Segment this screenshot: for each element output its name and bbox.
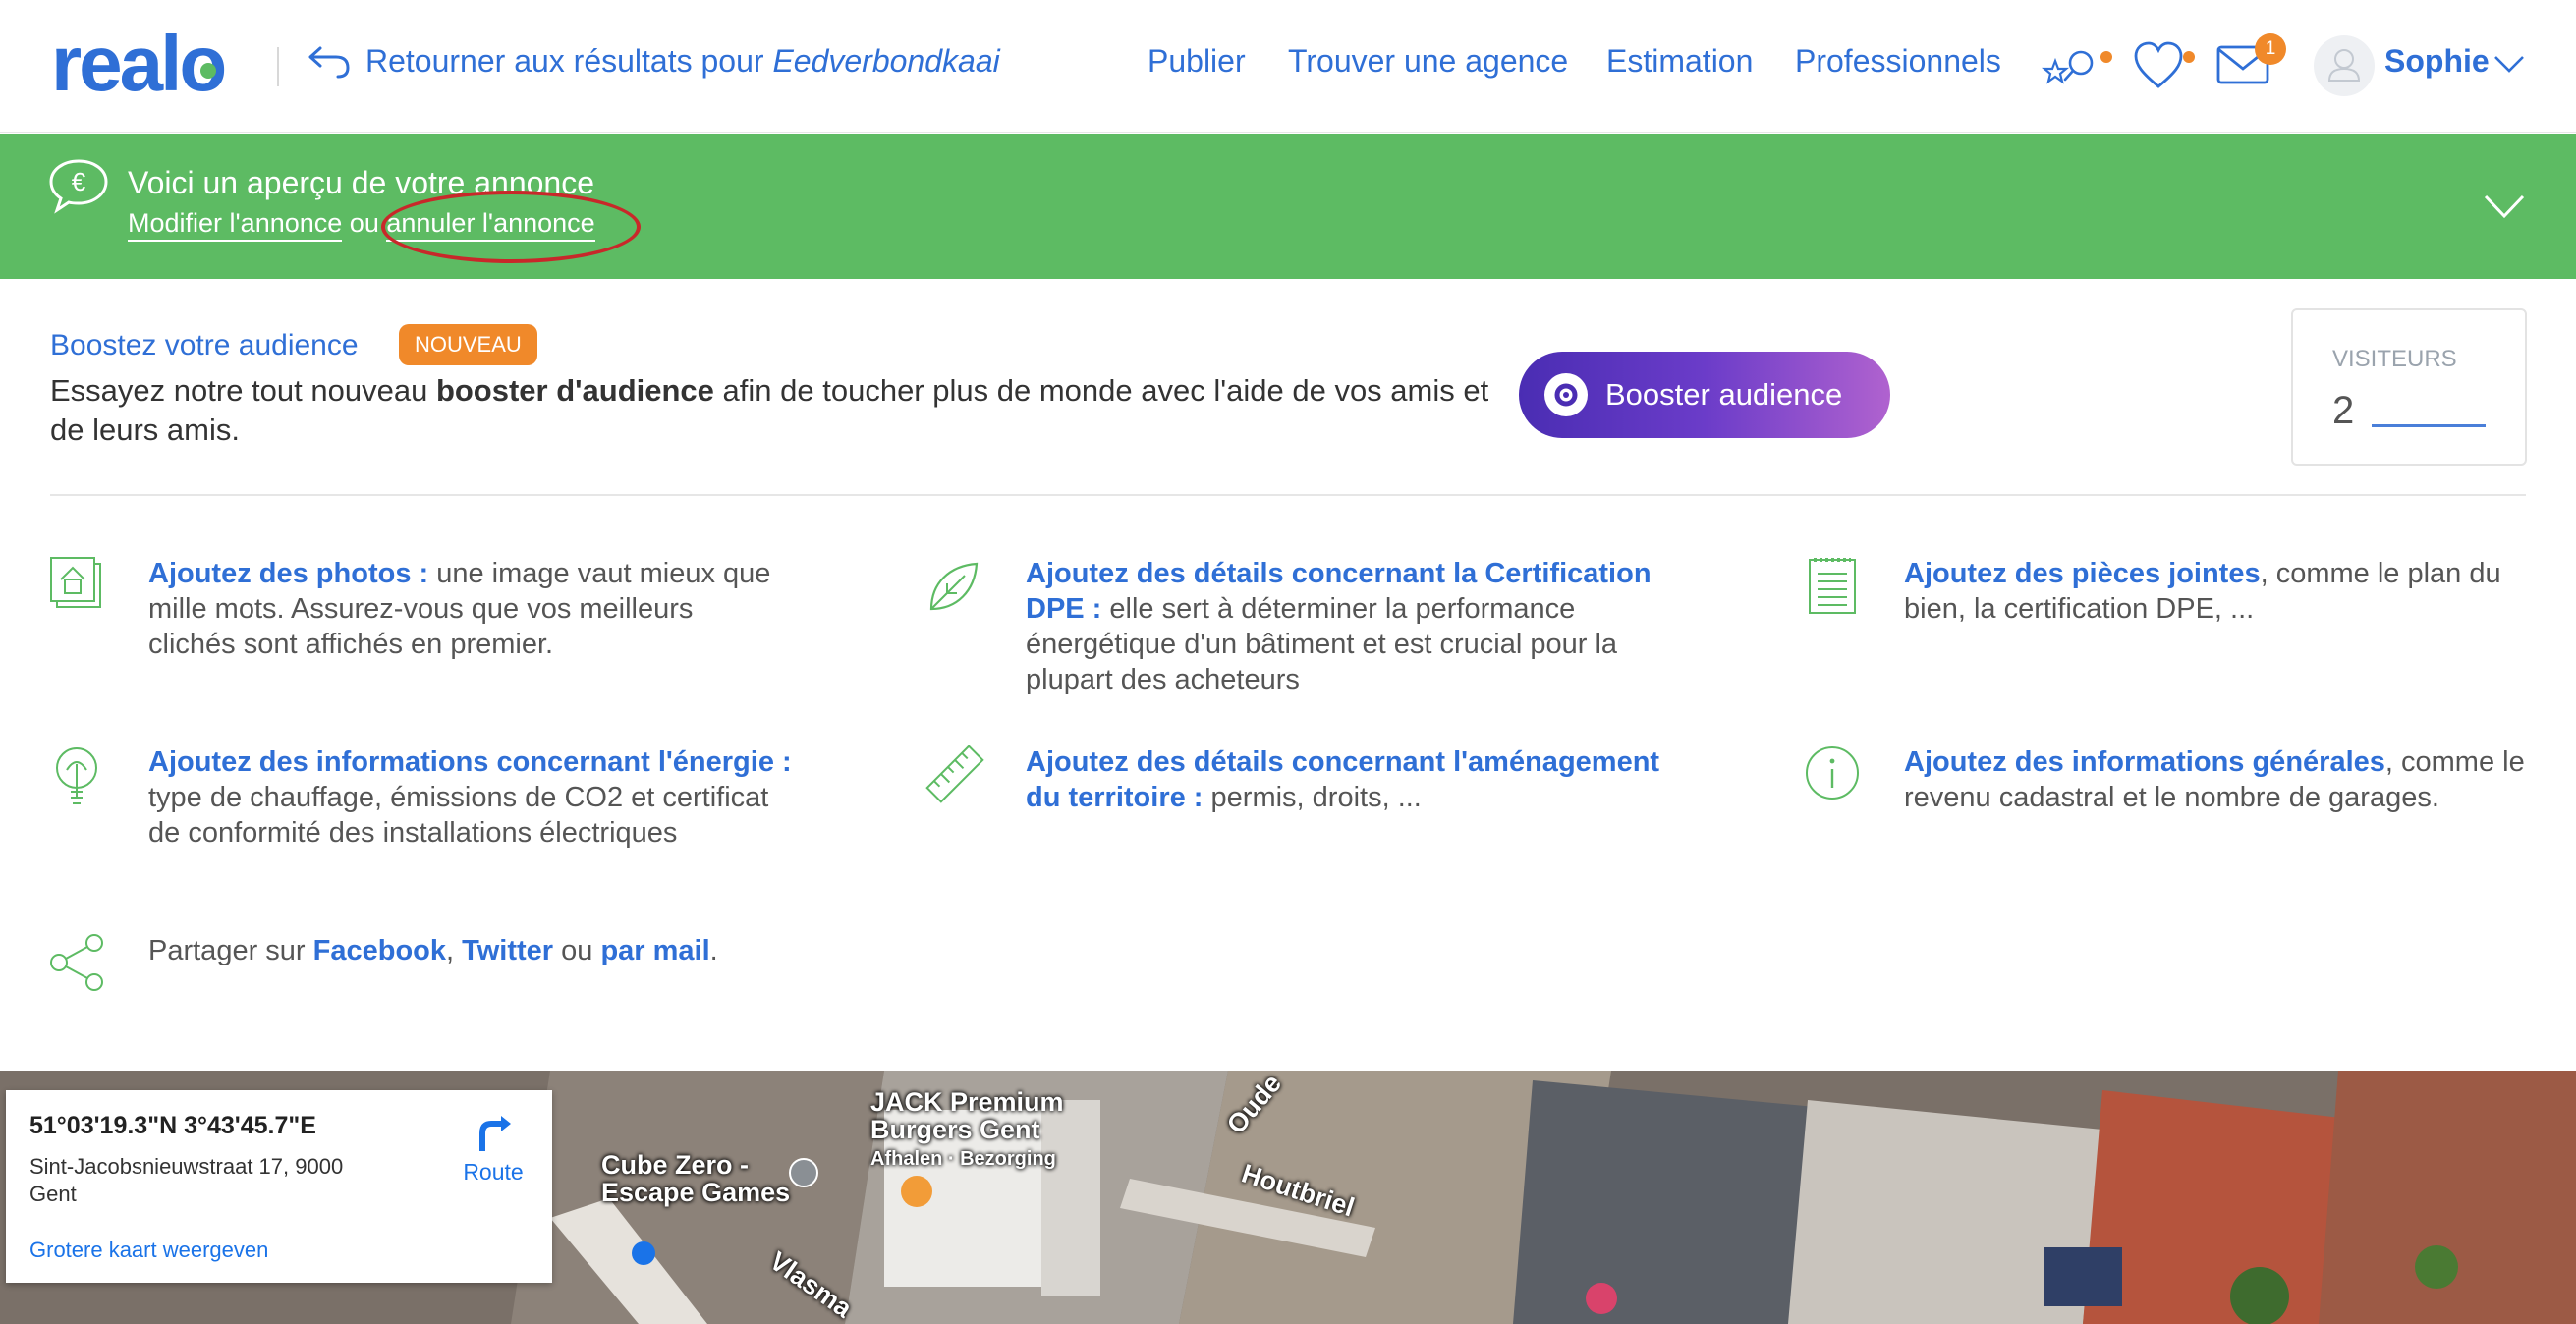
tip-general: Ajoutez des informations générales, comm… (1904, 745, 2533, 815)
document-icon (1809, 558, 1856, 614)
favorites-heart-icon[interactable] (2132, 39, 2185, 92)
realo-logo[interactable]: realo (51, 25, 227, 103)
tip-dpe-text: elle sert à déterminer la performance én… (1026, 593, 1618, 695)
share-comma: , (446, 935, 455, 966)
nav-estimation[interactable]: Estimation (1606, 43, 1753, 80)
tip-planning-text: permis, droits, ... (1210, 782, 1422, 813)
nav-professionnels[interactable]: Professionnels (1795, 43, 2001, 80)
messages-count-badge: 1 (2255, 33, 2286, 65)
visitors-value: 2 (2332, 389, 2355, 432)
chevron-down-icon[interactable] (2493, 55, 2525, 75)
booster-icon (1544, 373, 1588, 416)
red-highlight-ellipse (381, 191, 641, 263)
visitors-sparkline (2372, 424, 2486, 427)
tip-photos-link[interactable]: Ajoutez des photos : (148, 558, 428, 589)
tip-energy-link[interactable]: Ajoutez des informations concernant l'én… (148, 746, 792, 778)
boost-text-before: Essayez notre tout nouveau (50, 373, 428, 408)
back-arrow-icon (308, 46, 350, 78)
nav-publier[interactable]: Publier (1148, 43, 1246, 80)
share-prefix: Partager sur (148, 935, 306, 966)
user-name[interactable]: Sophie (2384, 43, 2490, 80)
saved-search-dot (2100, 51, 2112, 63)
share-icon (50, 934, 103, 991)
tip-attachments-link[interactable]: Ajoutez des pièces jointes (1904, 558, 2261, 589)
tip-planning: Ajoutez des détails concernant l'aménage… (1026, 745, 1674, 815)
photo-house-icon (50, 557, 101, 608)
tip-photos: Ajoutez des photos : une image vaut mieu… (148, 556, 787, 662)
svg-text:€: € (72, 167, 86, 196)
saved-search-icon[interactable] (2042, 39, 2104, 90)
tip-energy-text: type de chauffage, émissions de CO2 et c… (148, 782, 769, 849)
info-icon (1806, 746, 1859, 800)
edit-listing-link[interactable]: Modifier l'annonce (128, 208, 343, 242)
share-end: . (709, 935, 718, 966)
boost-title: Boostez votre audience (50, 329, 359, 361)
visitors-box: VISITEURS 2 (2291, 308, 2527, 466)
preview-banner: € Voici un aperçu de votre annonce Modif… (0, 134, 2576, 279)
map-label-cube-zero: Cube Zero - Escape Games (601, 1150, 791, 1207)
visitors-label: VISITEURS (2332, 346, 2457, 372)
tip-dpe: Ajoutez des détails concernant la Certif… (1026, 556, 1674, 697)
back-query: Eedverbondkaai (772, 43, 1000, 79)
share-twitter-link[interactable]: Twitter (462, 935, 553, 966)
section-divider (50, 494, 2526, 496)
tip-attachments: Ajoutez des pièces jointes, comme le pla… (1904, 556, 2533, 627)
top-header: realo Retourner aux résultats pour Eedve… (0, 0, 2576, 133)
user-avatar[interactable] (2314, 35, 2375, 96)
leaf-icon (929, 562, 979, 611)
back-text: Retourner aux résultats pour (365, 43, 764, 79)
map-label-jack-sub: Afhalen · Bezorging (870, 1148, 1056, 1170)
share-facebook-link[interactable]: Facebook (313, 935, 446, 966)
map-label-jack: JACK Premium Burgers Gent (870, 1087, 1064, 1144)
directions-icon (479, 1116, 511, 1151)
ruler-icon (925, 745, 984, 803)
map-info-card: 51°03'19.3"N 3°43'45.7"E Sint-Jacobsnieu… (6, 1090, 552, 1283)
banner-or: ou (349, 208, 379, 238)
boost-text-bold: booster d'audience (435, 373, 714, 408)
back-to-results-link[interactable]: Retourner aux résultats pour Eedverbondk… (307, 43, 1000, 80)
map-address: Sint-Jacobsnieuwstraat 17, 9000 Gent (29, 1154, 344, 1206)
bigger-map-link[interactable]: Grotere kaart weergeven (29, 1238, 268, 1263)
booster-audience-label: Booster audience (1605, 377, 1843, 412)
route-button[interactable]: Route (454, 1112, 532, 1186)
boost-description: Essayez notre tout nouveau booster d'aud… (50, 371, 1524, 450)
nouveau-badge: NOUVEAU (399, 324, 537, 365)
route-label: Route (463, 1159, 524, 1185)
share-line: Partager sur Facebook, Twitter ou par ma… (148, 933, 1033, 968)
header-divider (277, 47, 279, 86)
lightbulb-icon (56, 747, 97, 804)
map-coordinates: 51°03'19.3"N 3°43'45.7"E (29, 1112, 316, 1139)
share-mail-link[interactable]: par mail (600, 935, 709, 966)
share-or: ou (561, 935, 593, 966)
user-avatar-icon (2327, 49, 2361, 82)
tip-general-link[interactable]: Ajoutez des informations générales (1904, 746, 2385, 778)
banner-chevron-down-icon[interactable] (2484, 194, 2525, 220)
booster-audience-button[interactable]: Booster audience (1519, 352, 1890, 438)
nav-trouver-agence[interactable]: Trouver une agence (1288, 43, 1568, 80)
favorites-dot (2183, 51, 2195, 63)
euro-speech-icon: € (49, 159, 108, 214)
tip-energy: Ajoutez des informations concernant l'én… (148, 745, 797, 851)
